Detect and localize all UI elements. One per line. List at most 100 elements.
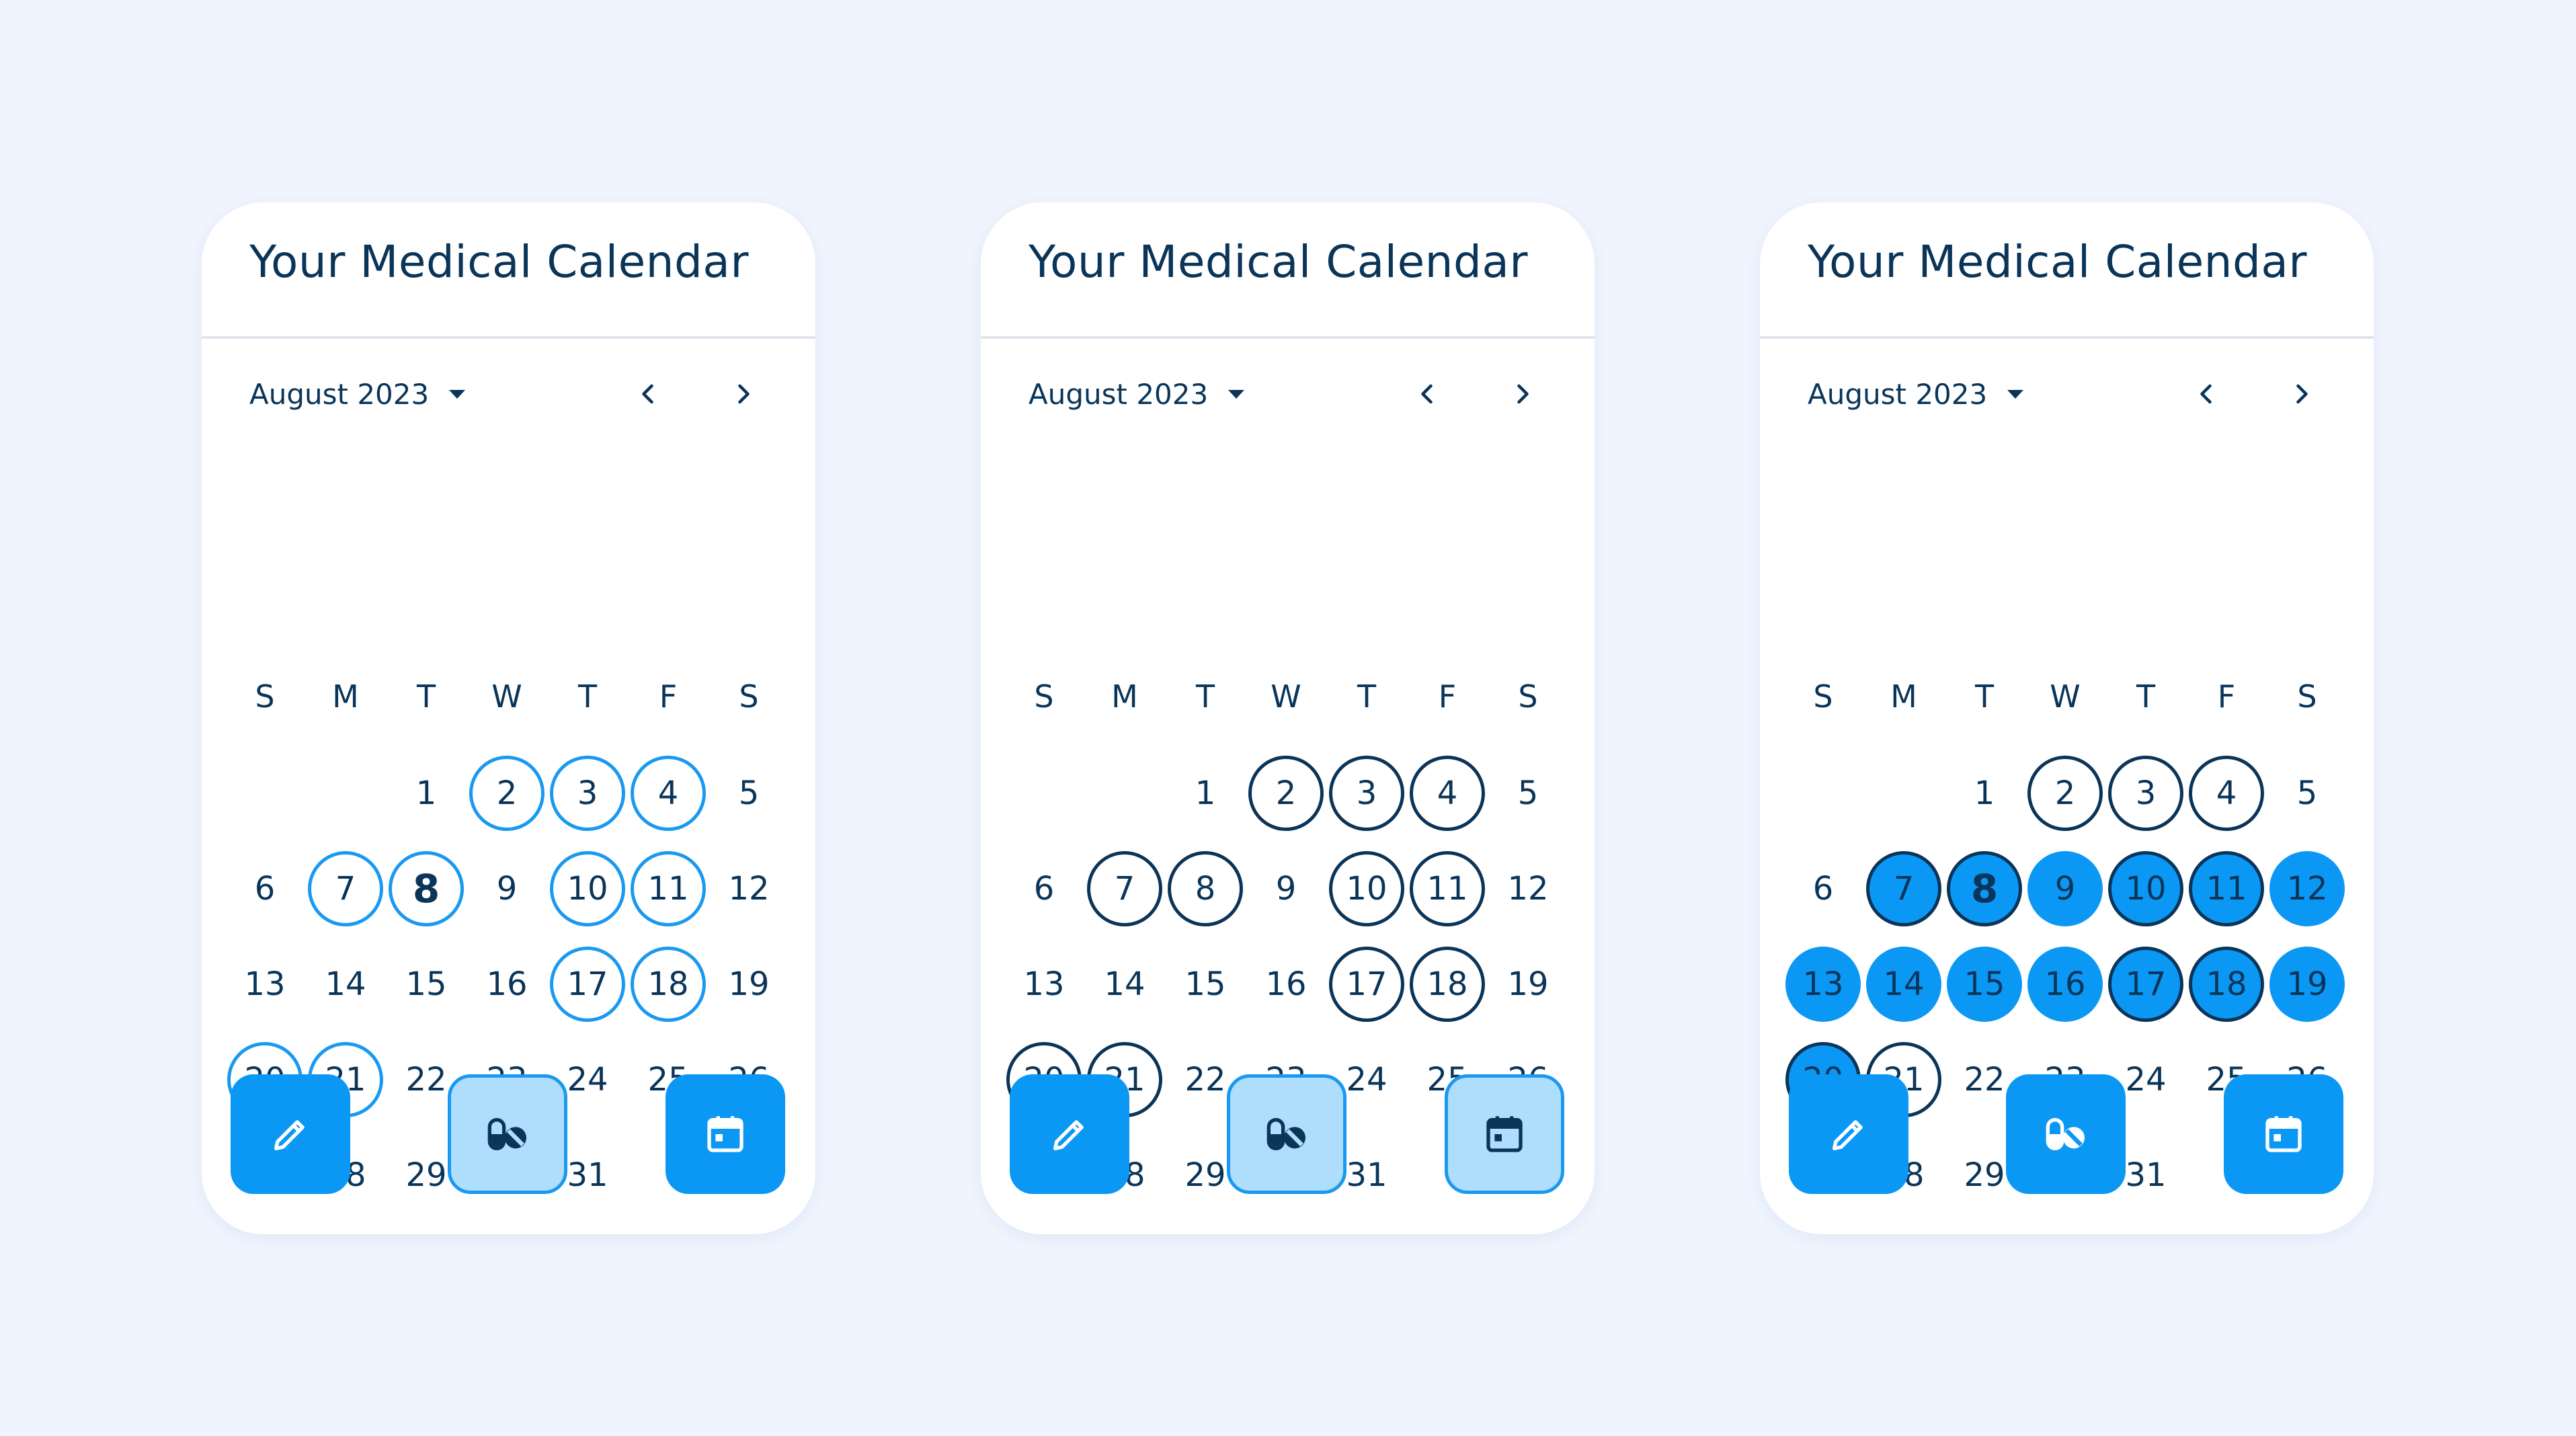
calendar-day-11[interactable]: 11 [1410,851,1485,926]
calendar-button[interactable] [666,1074,785,1194]
calendar-day-5[interactable]: 5 [1490,756,1566,831]
calendar-card-3: Your Medical Calendar August 2023 S M T … [1760,202,2374,1234]
calendar-day-16[interactable]: 16 [1248,947,1324,1022]
pills-icon [2046,1118,2085,1150]
calendar-day-3[interactable]: 3 [550,756,625,831]
medication-button[interactable] [1227,1074,1346,1194]
weekday-label: T [1357,678,1377,715]
calendar-day-9[interactable]: 9 [469,851,545,926]
calendar-day-11[interactable]: 11 [2189,851,2264,926]
calendar-day-19[interactable]: 19 [1490,947,1566,1022]
weekday-label: S [255,678,275,715]
calendar-day-19[interactable]: 19 [711,947,787,1022]
calendar-day-2[interactable]: 2 [2027,756,2103,831]
card-title: Your Medical Calendar [1808,236,2307,288]
calendar-card-2: Your Medical Calendar August 2023 S M T … [981,202,1595,1234]
calendar-button[interactable] [1445,1074,1564,1194]
chevron-left-icon [642,384,653,404]
next-month-button[interactable] [2278,370,2325,417]
calendar-day-8[interactable]: 8 [389,851,464,926]
edit-button[interactable] [231,1074,350,1194]
weekday-label: F [2217,678,2236,715]
weekday-label: M [1890,678,1917,715]
calendar-day-15[interactable]: 15 [389,947,464,1022]
calendar-day-15[interactable]: 15 [1168,947,1243,1022]
month-dropdown[interactable]: August 2023 [249,370,466,417]
calendar-day-5[interactable]: 5 [711,756,787,831]
medication-button[interactable] [448,1074,567,1194]
month-label: August 2023 [1029,377,1209,411]
calendar-day-8[interactable]: 8 [1947,851,2022,926]
calendar-day-14[interactable]: 14 [1087,947,1162,1022]
calendar-day-6[interactable]: 6 [1785,851,1861,926]
calendar-day-12[interactable]: 12 [2269,851,2345,926]
edit-button[interactable] [1010,1074,1129,1194]
calendar-day-10[interactable]: 10 [2108,851,2183,926]
calendar-day-16[interactable]: 16 [469,947,545,1022]
calendar-day-14[interactable]: 14 [1866,947,1941,1022]
calendar-day-10[interactable]: 10 [550,851,625,926]
card-title: Your Medical Calendar [249,236,749,288]
weekday-label: F [1438,678,1457,715]
calendar-day-17[interactable]: 17 [2108,947,2183,1022]
calendar-day-16[interactable]: 16 [2027,947,2103,1022]
calendar-day-18[interactable]: 18 [631,947,706,1022]
calendar-day-1[interactable]: 1 [389,756,464,831]
month-dropdown[interactable]: August 2023 [1029,370,1245,417]
caret-down-icon [1228,389,1245,399]
caret-down-icon [2007,389,2024,399]
calendar-day-13[interactable]: 13 [1006,947,1082,1022]
calendar-day-18[interactable]: 18 [1410,947,1485,1022]
edit-button[interactable] [1789,1074,1908,1194]
calendar-day-17[interactable]: 17 [1329,947,1404,1022]
calendar-day-7[interactable]: 7 [308,851,383,926]
next-month-button[interactable] [719,370,766,417]
calendar-day-12[interactable]: 12 [1490,851,1566,926]
calendar-day-6[interactable]: 6 [1006,851,1082,926]
chevron-left-icon [2200,384,2212,404]
calendar-day-3[interactable]: 3 [1329,756,1404,831]
calendar-day-12[interactable]: 12 [711,851,787,926]
weekday-label: S [1034,678,1054,715]
prev-month-button[interactable] [2183,370,2230,417]
calendar-day-10[interactable]: 10 [1329,851,1404,926]
calendar-button[interactable] [2224,1074,2343,1194]
weekday-label: W [491,678,522,715]
calendar-day-13[interactable]: 13 [227,947,303,1022]
month-dropdown[interactable]: August 2023 [1808,370,2024,417]
calendar-day-2[interactable]: 2 [469,756,545,831]
medication-button[interactable] [2006,1074,2126,1194]
calendar-day-4[interactable]: 4 [1410,756,1485,831]
calendar-day-1[interactable]: 1 [1168,756,1243,831]
calendar-day-13[interactable]: 13 [1785,947,1861,1022]
card-title: Your Medical Calendar [1029,236,1528,288]
prev-month-button[interactable] [1404,370,1451,417]
calendar-day-18[interactable]: 18 [2189,947,2264,1022]
weekday-label: T [2136,678,2156,715]
calendar-day-4[interactable]: 4 [631,756,706,831]
header-divider [1760,336,2374,339]
calendar-day-4[interactable]: 4 [2189,756,2264,831]
calendar-day-9[interactable]: 9 [1248,851,1324,926]
calendar-day-14[interactable]: 14 [308,947,383,1022]
calendar-day-15[interactable]: 15 [1947,947,2022,1022]
weekday-label: W [1271,678,1301,715]
calendar-day-3[interactable]: 3 [2108,756,2183,831]
weekday-label: S [1813,678,1833,715]
calendar-day-17[interactable]: 17 [550,947,625,1022]
calendar-day-2[interactable]: 2 [1248,756,1324,831]
calendar-day-8[interactable]: 8 [1168,851,1243,926]
calendar-day-19[interactable]: 19 [2269,947,2345,1022]
calendar-day-6[interactable]: 6 [227,851,303,926]
calendar-day-5[interactable]: 5 [2269,756,2345,831]
weekday-header: S M T W T F S [1783,678,2350,719]
prev-month-button[interactable] [625,370,672,417]
calendar-day-9[interactable]: 9 [2027,851,2103,926]
calendar-day-7[interactable]: 7 [1866,851,1941,926]
next-month-button[interactable] [1498,370,1545,417]
calendar-card-1: Your Medical Calendar August 2023 S M T … [202,202,815,1234]
weekday-label: T [1195,678,1215,715]
calendar-day-7[interactable]: 7 [1087,851,1162,926]
calendar-day-11[interactable]: 11 [631,851,706,926]
calendar-day-1[interactable]: 1 [1947,756,2022,831]
